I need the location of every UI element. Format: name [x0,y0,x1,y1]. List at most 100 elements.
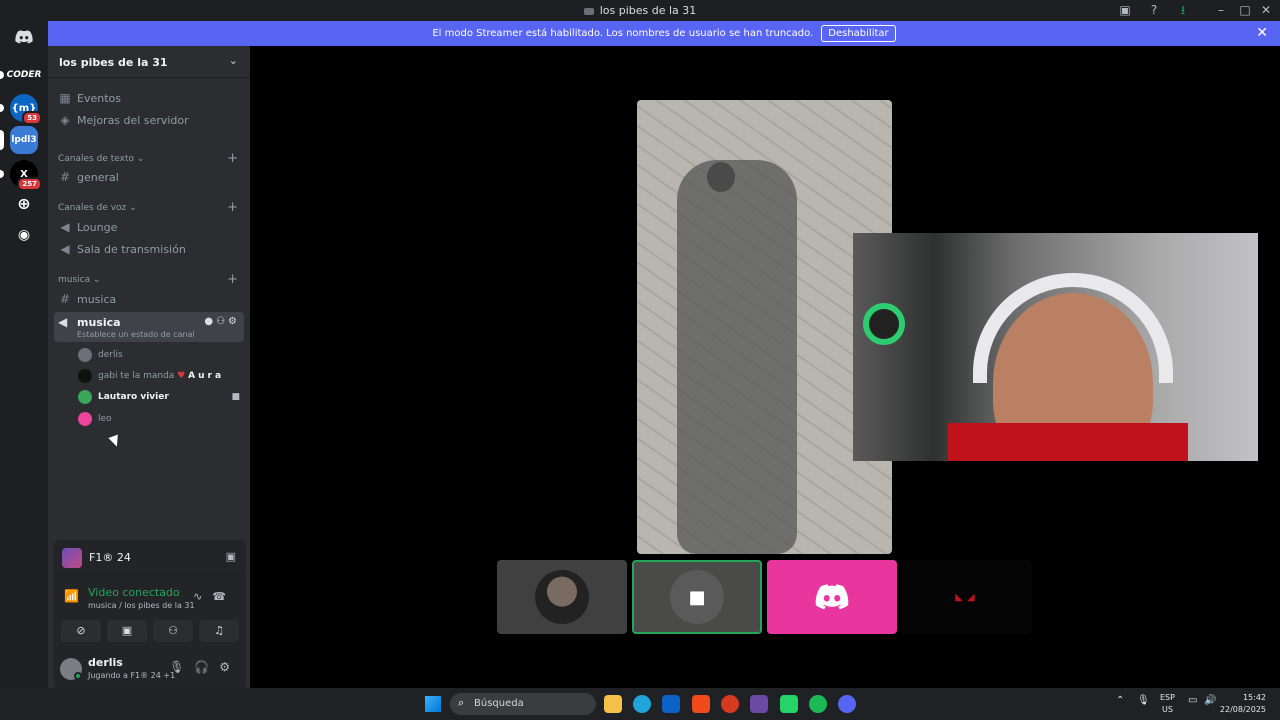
volume-icon[interactable]: 🔊 [1204,695,1216,706]
home-discord-icon[interactable] [10,23,38,51]
avatar [535,570,589,624]
mention-badge: 53 [22,111,42,125]
video-content [677,160,797,554]
add-channel-icon[interactable]: + [227,200,238,215]
channel-sidebar: los pibes de la 31 ⌄ ▦ Eventos ◈ Mejoras d… [48,46,250,690]
game-icon [62,548,82,568]
taskbar-search[interactable]: ⌕ Búsqueda [450,693,596,715]
window-title: los pibes de la 31 [0,4,1280,17]
network-icon[interactable]: ▭ [1188,695,1197,706]
share-screen-button[interactable]: ▣ [107,620,147,642]
voice-member[interactable]: derlis [78,346,244,364]
server-coder[interactable]: CODER [0,61,41,89]
search-icon: ⌕ [458,696,465,709]
hash-icon: # [59,292,71,306]
voice-member[interactable]: leo [78,410,244,428]
disable-streamer-button[interactable]: Deshabilitar [821,25,896,42]
title-bar: los pibes de la 31 ▣ ? ⭳ – □ ✕ [0,0,1280,21]
signal-icon: 📶 [64,589,79,603]
voice-channel-lounge[interactable]: ◀ Lounge [56,217,244,237]
avatar [78,390,92,404]
server-lpdl3[interactable]: lpdl3 [0,126,38,154]
set-channel-status[interactable]: Establece un estado de canal [77,330,195,339]
user-panel: F1® 24 ▣ 📶 Video conectado musica / los … [54,540,246,690]
spotify-icon[interactable] [809,695,827,713]
video-tile-camera[interactable] [853,233,1258,461]
inbox-icon[interactable]: ▣ [1117,3,1133,18]
category-text-channels[interactable]: Canales de texto ⌄ + [58,151,238,166]
hash-icon: # [59,170,71,184]
camera-icon: ■ [231,392,240,402]
participant-thumb[interactable]: ◣◢ [902,560,1032,634]
events-item[interactable]: ▦ Eventos [56,88,244,108]
noise-and-disconnect[interactable]: ∿☎ [193,590,236,603]
video-stage: ■ ◣◢ [250,46,1280,688]
boost-icon: ◈ [60,113,70,127]
server-m[interactable]: {m} 53 [0,94,42,125]
language-indicator[interactable]: ESP US [1160,692,1175,716]
server-icon [583,7,594,15]
soundboard-button[interactable]: ♫ [199,620,239,642]
discord-app: los pibes de la 31 ▣ ? ⭳ – □ ✕ CODER {m}… [0,0,1280,690]
outlook-icon[interactable] [662,695,680,713]
discord-logo-icon [815,584,849,610]
calendar-icon: ▦ [59,91,71,105]
server-header[interactable]: los pibes de la 31 ⌄ [48,46,250,78]
maximize-icon[interactable]: □ [1237,3,1253,18]
tray-overflow-icon[interactable]: ⌃ [1116,695,1124,706]
activity-panel: F1® 24 ▣ [54,540,246,575]
voice-status[interactable]: Video conectado [88,586,180,599]
add-channel-icon[interactable]: + [227,151,238,166]
online-status-icon [74,672,82,680]
mic-headphone-settings[interactable]: 🎙🎧⚙ [169,660,240,674]
channel-tools[interactable]: ●⚇⚙ [204,316,240,327]
current-user: derlis Jugando a F1® 24 +1 🎙🎧⚙ [54,648,246,688]
voice-member[interactable]: gabi te la manda ♥ Aura [78,367,244,385]
avatar [78,348,92,362]
chevron-down-icon: ⌄ [228,54,238,67]
add-channel-icon[interactable]: + [227,272,238,287]
mic-tray-icon[interactable]: 🎙 [1137,695,1150,706]
app-icon[interactable] [750,695,768,713]
discord-taskbar-icon[interactable] [838,695,856,713]
heart-icon: ♥ [177,371,186,381]
category-voice-channels[interactable]: Canales de voz ⌄ + [58,200,238,215]
discover-icon[interactable]: ◉ [10,221,38,249]
add-server-icon[interactable]: ⊕ [10,189,38,217]
screen-share-icon[interactable]: ▣ [226,550,236,563]
server-x[interactable]: X 257 [0,160,42,191]
server-boosts-item[interactable]: ◈ Mejoras del servidor [56,110,244,130]
voice-channel-musica-active[interactable]: ◀ musica Establece un estado de canal ●⚇… [54,312,244,342]
participant-thumb-active[interactable]: ■ [632,560,762,634]
close-window-icon[interactable]: ✕ [1258,3,1274,18]
download-icon[interactable]: ⭳ [1175,3,1191,18]
whatsapp-icon[interactable] [780,695,798,713]
activities-button[interactable]: ⚇ [153,620,193,642]
close-banner-icon[interactable]: ✕ [1256,25,1268,41]
participant-thumb[interactable] [497,560,627,634]
speaker-icon: ◀ [60,220,70,234]
windows-start-icon[interactable] [425,696,441,712]
avatar [78,412,92,426]
file-explorer-icon[interactable] [604,695,622,713]
category-musica[interactable]: musica ⌄ + [58,272,238,287]
channel-general[interactable]: # general [56,167,244,187]
avatar [78,369,92,383]
voice-actions: ⊘ ▣ ⚇ ♫ [54,620,246,644]
participant-thumb[interactable] [767,560,897,634]
clock[interactable]: 15:42 22/08/2025 [1220,692,1266,716]
app-icon[interactable] [721,695,739,713]
speaker-icon: ◀ [60,242,70,256]
speaker-icon: ◀ [58,315,68,329]
voice-member[interactable]: Lautaro vivier ■ [78,388,244,406]
edge-icon[interactable] [633,695,651,713]
camera-off-button[interactable]: ⊘ [61,620,101,642]
brave-icon[interactable] [692,695,710,713]
server-rail: CODER {m} 53 lpdl3 X 257 ⊕ ◉ [0,21,48,688]
help-icon[interactable]: ? [1146,3,1162,18]
minimize-icon[interactable]: – [1213,3,1229,18]
red-eyes-icon: ◣◢ [955,591,979,603]
voice-connection: 📶 Video conectado musica / los pibes de … [64,586,236,610]
channel-musica-text[interactable]: # musica [56,289,244,309]
voice-channel-stage[interactable]: ◀ Sala de transmisión [56,239,244,259]
